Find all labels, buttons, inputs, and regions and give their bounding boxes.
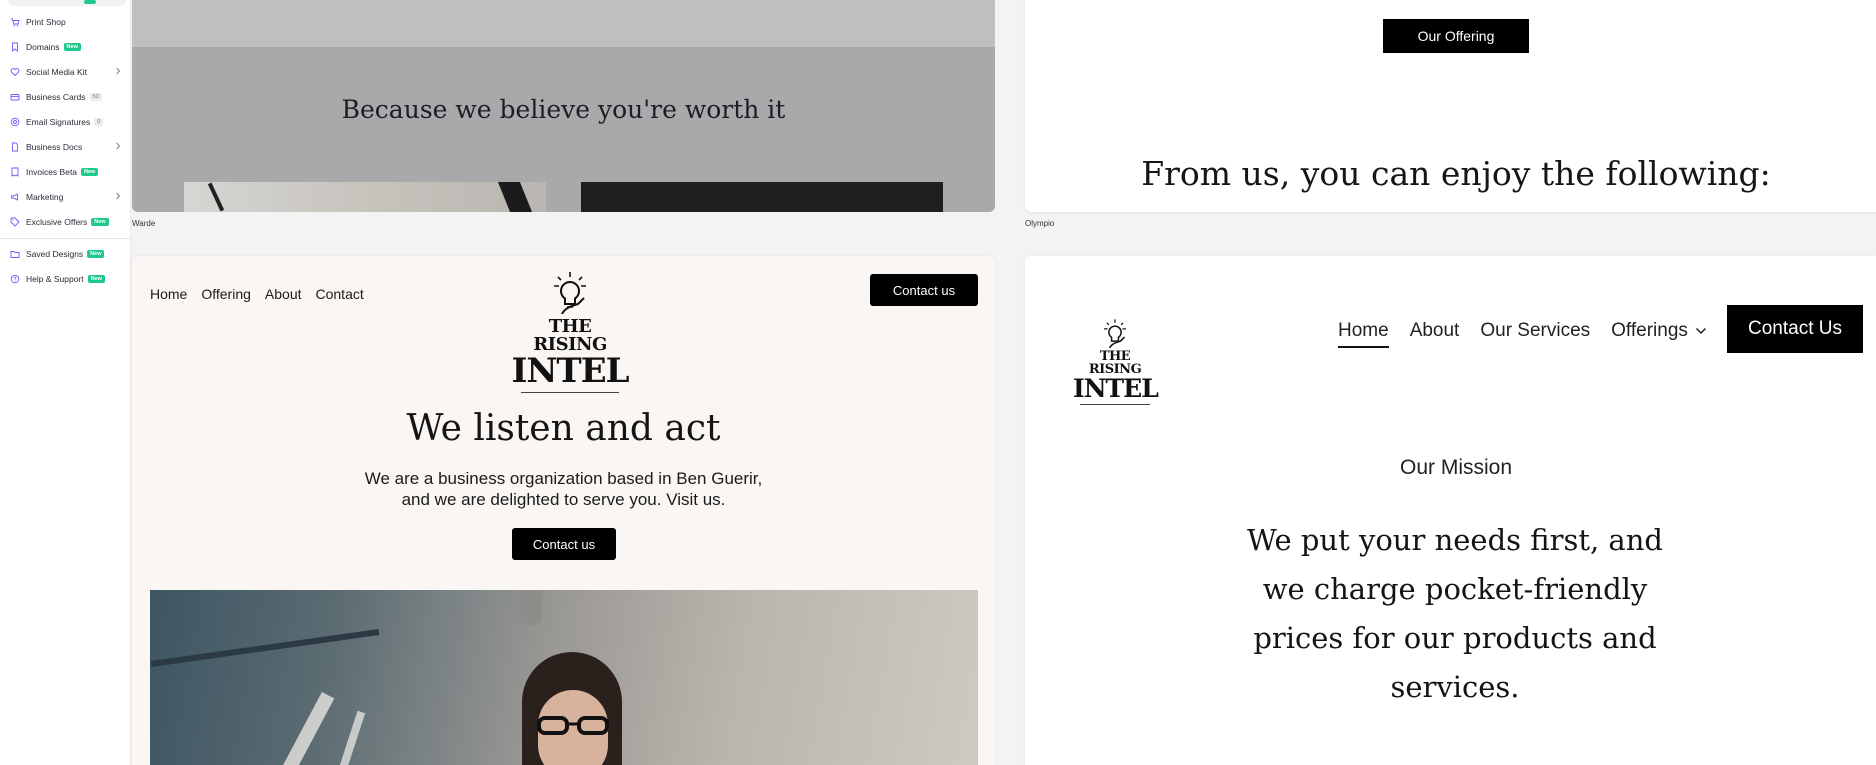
folder-icon <box>10 249 20 259</box>
chevron-right-icon <box>114 191 122 201</box>
chevron-right-icon <box>114 66 122 76</box>
our-offering-button[interactable]: Our Offering <box>1383 19 1529 53</box>
template-image <box>184 182 546 212</box>
chevron-down-icon <box>1695 327 1706 335</box>
brand-tagline <box>1080 404 1150 405</box>
sidebar-item-exclusive-offers[interactable]: Exclusive Offers New <box>10 214 124 230</box>
at-icon <box>10 117 20 127</box>
sidebar: Print Shop Domains New Social Media Kit … <box>0 0 131 765</box>
new-badge: New <box>87 275 105 283</box>
hero-contact-button[interactable]: Contact us <box>512 528 616 560</box>
sidebar-divider <box>0 238 130 239</box>
nav-link-home[interactable]: Home <box>1338 320 1389 348</box>
template-card-mission[interactable]: THE RISING INTEL Home About Our Services… <box>1025 256 1876 765</box>
new-badge: New <box>87 250 105 258</box>
sidebar-item-business-cards[interactable]: Business Cards 50 <box>10 89 124 105</box>
tag-icon <box>10 217 20 227</box>
sidebar-item-social-media-kit[interactable]: Social Media Kit <box>10 64 124 80</box>
sidebar-item-label: Exclusive Offers <box>26 217 88 227</box>
template-card-rising-intel[interactable]: Home Offering About Contact THE RISING I… <box>132 256 995 765</box>
template-headline: From us, you can enjoy the following: <box>1141 154 1771 193</box>
nav-link-offering[interactable]: Offering <box>201 286 251 302</box>
hero-image <box>150 590 978 765</box>
new-badge: New <box>81 168 99 176</box>
sidebar-item-label: Business Docs <box>26 142 83 152</box>
contact-us-button[interactable]: Contact Us <box>1727 305 1863 353</box>
brand-name-line2: INTEL <box>511 351 629 391</box>
hero-headline: We listen and act <box>406 408 721 449</box>
nav-link-contact[interactable]: Contact <box>316 286 364 302</box>
brand-logo: THE RISING INTEL <box>1073 318 1159 405</box>
heart-icon <box>10 67 20 77</box>
brand-logo: THE RISING INTEL <box>510 270 630 393</box>
megaphone-icon <box>10 192 20 202</box>
cart-icon <box>10 17 20 27</box>
sidebar-item-label: Invoices Beta <box>26 167 78 177</box>
mission-statement: We put your needs first, and we charge p… <box>1247 523 1663 704</box>
nav-link-our-services[interactable]: Our Services <box>1480 320 1590 342</box>
sidebar-item-marketing[interactable]: Marketing <box>10 189 124 205</box>
hero-subtext-line: We are a business organization based in … <box>364 469 763 488</box>
template-name-warde: Warde <box>132 219 156 228</box>
template-image <box>581 182 943 212</box>
lightbulb-icon <box>554 272 586 314</box>
chevron-right-icon <box>114 141 122 151</box>
hero-subtext: We are a business organization based in … <box>132 468 995 510</box>
hero-subtext-line: and we are delighted to serve you. Visit… <box>401 490 726 509</box>
contact-us-button[interactable]: Contact us <box>870 274 978 306</box>
sidebar-item-help-support[interactable]: Help & Support New <box>10 271 124 287</box>
doc-icon <box>10 142 20 152</box>
bookmark-icon <box>10 42 20 52</box>
nav-link-about[interactable]: About <box>265 286 302 302</box>
invoice-icon <box>10 167 20 177</box>
template-headline: Because we believe you're worth it <box>341 95 786 124</box>
template-header-band <box>132 0 995 47</box>
sidebar-item-label: Help & Support <box>26 274 84 284</box>
count-badge: 0 <box>94 118 104 126</box>
template-nav: Home About Our Services Offerings <box>1338 320 1728 348</box>
sidebar-item-label: Domains <box>26 42 60 52</box>
sidebar-item-label: Marketing <box>26 192 64 202</box>
sidebar-item-saved-designs[interactable]: Saved Designs New <box>10 246 124 262</box>
brand-name-line1: THE RISING <box>533 316 607 355</box>
sidebar-item-label: Print Shop <box>26 17 66 27</box>
new-badge <box>84 0 96 4</box>
new-badge: New <box>91 218 109 226</box>
sidebar-item-email-signatures[interactable]: Email Signatures 0 <box>10 114 124 130</box>
count-badge: 50 <box>89 93 102 101</box>
sidebar-item-invoices[interactable]: Invoices Beta New <box>10 164 124 180</box>
help-icon <box>10 274 20 284</box>
lightbulb-icon <box>1104 319 1126 348</box>
template-nav: Home Offering About Contact <box>150 286 378 302</box>
sidebar-item-label: Business Cards <box>26 92 86 102</box>
template-card-warde[interactable]: Because we believe you're worth it <box>132 0 995 212</box>
brand-name-line1: THE RISING <box>1088 349 1142 377</box>
nav-link-home[interactable]: Home <box>150 286 187 302</box>
sidebar-item-print-shop[interactable]: Print Shop <box>10 14 124 30</box>
template-card-olympio[interactable]: Our Offering From us, you can enjoy the … <box>1025 0 1876 212</box>
nav-link-about[interactable]: About <box>1410 320 1460 342</box>
section-label: Our Mission <box>1399 456 1513 479</box>
template-name-olympio: Olympio <box>1025 219 1055 228</box>
sidebar-item-domains[interactable]: Domains New <box>10 39 124 55</box>
nav-dropdown-label: Offerings <box>1611 320 1688 341</box>
nav-dropdown-offerings[interactable]: Offerings <box>1611 320 1707 342</box>
sidebar-item-label: Social Media Kit <box>26 67 87 77</box>
brand-tagline <box>521 392 619 393</box>
sidebar-top-item[interactable] <box>8 0 126 6</box>
sidebar-item-label: Saved Designs <box>26 249 84 259</box>
card-icon <box>10 92 20 102</box>
sidebar-item-business-docs[interactable]: Business Docs <box>10 139 124 155</box>
brand-name-line2: INTEL <box>1073 374 1159 403</box>
new-badge: New <box>63 43 81 51</box>
sidebar-item-label: Email Signatures <box>26 117 91 127</box>
